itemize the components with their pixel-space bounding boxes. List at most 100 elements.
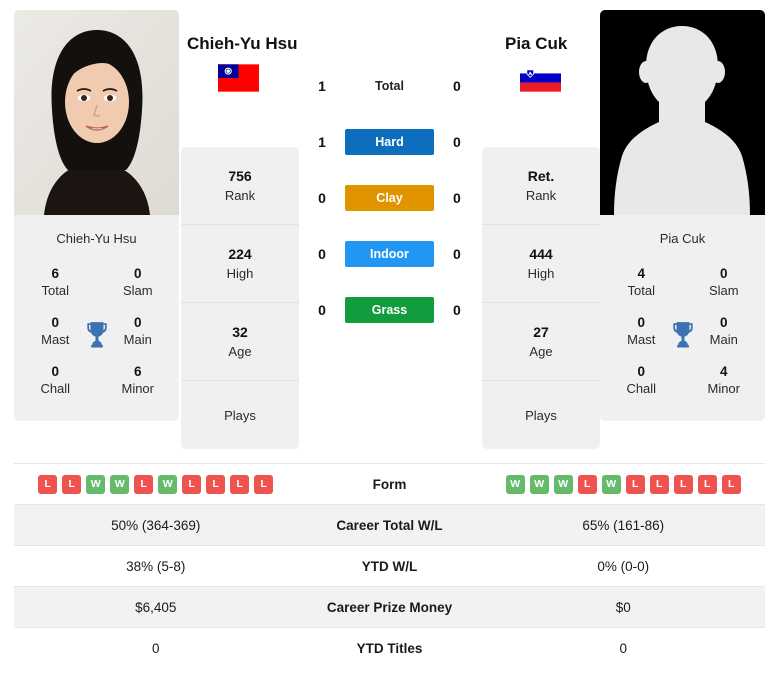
surface-badge-hard[interactable]: Hard (345, 129, 434, 155)
titles-row-mast-main-right: 0 Mast 0 Main (600, 309, 765, 358)
player-photo-right (600, 10, 765, 215)
high-value-right: 444 (529, 245, 553, 262)
titles-slam-value-right: 0 (719, 266, 728, 281)
rank-label-right: Rank (525, 187, 557, 203)
titles-slam-right: 0 Slam (683, 265, 766, 300)
rank-value-right: Ret. (527, 167, 555, 184)
titles-total-label-left: Total (41, 283, 69, 298)
h2h-right-count: 0 (453, 190, 461, 206)
rank-card-left: 756 Rank 224 High 32 Age Plays (181, 147, 299, 449)
surface-badge-clay[interactable]: Clay (345, 185, 434, 211)
table-row-label: YTD Titles (356, 640, 423, 656)
table-row-label: YTD W/L (361, 558, 418, 574)
comparison-table: L L W W L W L L L L Form W W W L W L L L L L 50% (364-369) Car… (14, 463, 765, 669)
player-card-left: Chieh-Yu Hsu 6 Total 0 Slam 0 Mast 0 Mai… (14, 10, 179, 449)
titles-total-value-left: 6 (51, 266, 59, 281)
form-badge[interactable]: L (577, 474, 597, 494)
h2h-total-label: Total (375, 79, 404, 93)
form-badge[interactable]: W (601, 474, 621, 494)
table-row-label: Career Total W/L (336, 517, 443, 533)
form-badge[interactable]: L (673, 474, 693, 494)
surface-badge-grass[interactable]: Grass (345, 297, 434, 323)
titles-slam-label-right: Slam (708, 283, 739, 298)
form-badge[interactable]: W (86, 474, 106, 494)
slovenia-flag (520, 64, 561, 92)
rank-card-right: Ret. Rank 444 High 27 Age Plays (482, 147, 600, 449)
comparison-top-section: Chieh-Yu Hsu 6 Total 0 Slam 0 Mast 0 Mai… (0, 0, 779, 449)
table-row: 0 YTD Titles 0 (14, 627, 765, 669)
rank-column-left: 756 Rank 224 High 32 Age Plays (181, 147, 299, 449)
age-segment-left: 32 Age (181, 303, 299, 381)
rank-column-right: Ret. Rank 444 High 27 Age Plays (482, 147, 600, 449)
titles-total-left: 6 Total (14, 265, 97, 300)
h2h-left-count: 0 (318, 302, 326, 318)
titles-row-total-slam-left: 6 Total 0 Slam (14, 260, 179, 309)
table-cell-right: 0 (619, 640, 627, 656)
form-badge[interactable]: L (230, 474, 250, 494)
plays-label-left: Plays (224, 407, 256, 423)
age-label-right: Age (529, 343, 553, 359)
titles-total-right: 4 Total (600, 265, 683, 300)
h2h-row-total: 1 Total 0 (299, 58, 480, 114)
titles-slam-label-left: Slam (122, 283, 153, 298)
table-cell-left: LLWWLWLLLL (14, 464, 298, 505)
titles-row-chall-minor-right: 0 Chall 4 Minor (600, 358, 765, 407)
titles-grid-right: 4 Total 0 Slam 0 Mast 0 Main 0 Chall 4 M… (600, 260, 765, 421)
form-badges-left: LLWWLWLLLL (14, 474, 298, 494)
form-badge[interactable]: L (206, 474, 226, 494)
player-photo-placeholder-svg (600, 10, 765, 215)
table-cell-right: $0 (615, 599, 631, 615)
form-badge[interactable]: L (697, 474, 717, 494)
h2h-left-count: 1 (318, 78, 326, 94)
form-badge[interactable]: L (649, 474, 669, 494)
form-badge[interactable]: L (62, 474, 82, 494)
plays-segment-left: Plays (181, 381, 299, 449)
slovenia-flag-svg (520, 64, 561, 92)
form-badge[interactable]: L (134, 474, 154, 494)
high-value-left: 224 (228, 245, 252, 262)
form-badge[interactable]: L (38, 474, 58, 494)
comparison-table-wrap: L L W W L W L L L L Form W W W L W L L L L L 50% (364-369) Car… (0, 463, 779, 669)
h2h-row-indoor: 0 Indoor 0 (299, 226, 480, 282)
form-badge[interactable]: L (182, 474, 202, 494)
plays-label-right: Plays (525, 407, 557, 423)
form-badge[interactable]: L (721, 474, 741, 494)
table-cell-right: WWWLWLLLLL (481, 464, 765, 505)
h2h-right-count: 0 (453, 78, 461, 94)
surface-badge-indoor[interactable]: Indoor (345, 241, 434, 267)
h2h-left-count: 0 (318, 190, 326, 206)
age-label-left: Age (228, 343, 252, 359)
player-card-right-inner: Pia Cuk 4 Total 0 Slam 0 Mast 0 Main 0 C… (600, 10, 765, 421)
form-badge[interactable]: L (625, 474, 645, 494)
form-badge[interactable]: W (529, 474, 549, 494)
titles-chall-label-right: Chall (626, 381, 657, 396)
table-cell-right: 0% (0-0) (597, 558, 650, 574)
table-row: 38% (5-8) YTD W/L 0% (0-0) (14, 545, 765, 587)
form-badge[interactable]: W (505, 474, 525, 494)
table-cell-left: 50% (364-369) (111, 517, 201, 533)
table-row: 50% (364-369) Career Total W/L 65% (161-86… (14, 504, 765, 546)
rank-value-left: 756 (228, 167, 252, 184)
high-label-right: High (527, 265, 555, 281)
table-row: L L W W L W L L L L Form W W W L W L L L L L (14, 463, 765, 505)
trophy-icon (86, 321, 107, 347)
form-badge[interactable]: W (158, 474, 178, 494)
titles-row-total-slam-right: 4 Total 0 Slam (600, 260, 765, 309)
rank-label-left: Rank (224, 187, 256, 203)
player-card-left-inner: Chieh-Yu Hsu 6 Total 0 Slam 0 Mast 0 Mai… (14, 10, 179, 421)
form-badge[interactable]: W (553, 474, 573, 494)
titles-chall-label-left: Chall (40, 381, 71, 396)
form-badge[interactable]: L (254, 474, 274, 494)
high-segment-left: 224 High (181, 225, 299, 303)
titles-total-label-right: Total (627, 283, 655, 298)
form-badge[interactable]: W (110, 474, 130, 494)
titles-chall-right: 0 Chall (600, 363, 683, 398)
titles-minor-right: 4 Minor (683, 363, 766, 398)
titles-minor-left: 6 Minor (97, 363, 180, 398)
titles-minor-label-right: Minor (707, 381, 740, 396)
head-to-head-section: 1 Total 0 1 Hard 0 0 Clay 0 0 Indoor 0 0 Grass 0 (299, 10, 480, 449)
h2h-left-count: 0 (318, 246, 326, 262)
h2h-right-count: 0 (453, 302, 461, 318)
titles-minor-value-left: 6 (133, 364, 142, 379)
player-card-right: Pia Cuk 4 Total 0 Slam 0 Mast 0 Main 0 C… (600, 10, 765, 449)
